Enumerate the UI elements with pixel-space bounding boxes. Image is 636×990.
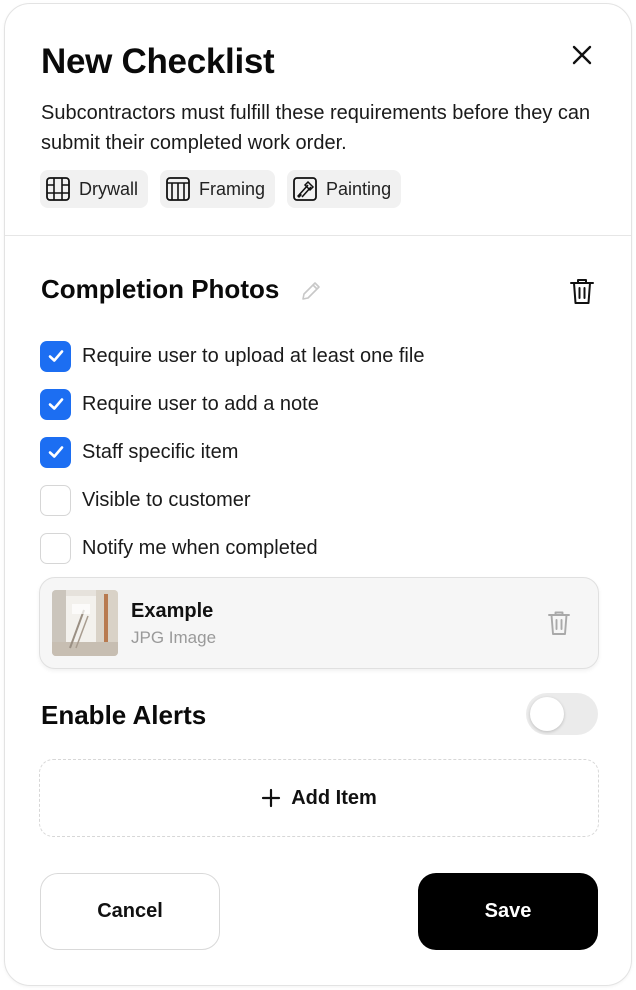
trash-icon[interactable] [568,276,596,306]
option-list: Require user to upload at least one file… [40,332,424,572]
option-visible-to-customer[interactable]: Visible to customer [40,476,424,524]
drywall-icon [46,177,70,201]
option-staff-specific[interactable]: Staff specific item [40,428,424,476]
checkbox-unchecked[interactable] [40,532,71,564]
enable-alerts-toggle[interactable] [526,693,598,735]
plus-icon [262,788,281,808]
option-label: Visible to customer [82,488,251,511]
checkbox-checked[interactable] [40,436,71,468]
checkbox-unchecked[interactable] [40,484,71,516]
checkmark-icon [48,350,63,362]
tag-label: Painting [326,178,392,199]
checkbox-checked[interactable] [40,340,71,372]
checklist-modal: New Checklist Subcontractors must fulfil… [4,3,632,986]
add-item-label: Add Item [291,786,377,809]
file-thumbnail [52,590,118,656]
framing-icon [166,177,190,201]
tag-label: Drywall [79,178,139,199]
save-button[interactable]: Save [418,873,598,950]
close-button[interactable] [567,40,597,70]
tag-framing[interactable]: Framing [160,170,276,208]
file-type: JPG Image [131,628,217,647]
painting-icon [293,177,317,201]
tag-label: Framing [199,178,266,199]
option-label: Require user to upload at least one file [82,344,425,367]
add-item-button[interactable]: Add Item [39,759,599,837]
tag-painting[interactable]: Painting [287,170,402,208]
file-name: Example [131,600,214,622]
option-label: Notify me when completed [82,536,318,559]
cancel-button[interactable]: Cancel [40,873,220,950]
option-label: Staff specific item [82,440,239,463]
checkmark-icon [48,446,63,458]
section-title: Completion Photos [41,274,280,304]
close-icon[interactable] [571,44,593,66]
trash-icon[interactable] [546,609,572,637]
option-add-note[interactable]: Require user to add a note [40,380,424,428]
pencil-icon[interactable] [299,279,323,303]
toggle-knob [530,697,564,731]
option-label: Require user to add a note [82,392,319,415]
enable-alerts-label: Enable Alerts [41,700,207,730]
tag-drywall[interactable]: Drywall [40,170,149,208]
file-attachment-card[interactable]: Example JPG Image [39,577,599,669]
divider [5,235,631,236]
page-title: New Checklist [41,42,275,81]
option-upload-file[interactable]: Require user to upload at least one file [40,332,424,380]
page-subtitle: Subcontractors must fulfill these requir… [41,102,591,154]
option-notify-me[interactable]: Notify me when completed [40,524,424,572]
trade-tags: Drywall Framing Painting [40,170,402,208]
checkmark-icon [48,398,63,410]
checkbox-checked[interactable] [40,388,71,420]
